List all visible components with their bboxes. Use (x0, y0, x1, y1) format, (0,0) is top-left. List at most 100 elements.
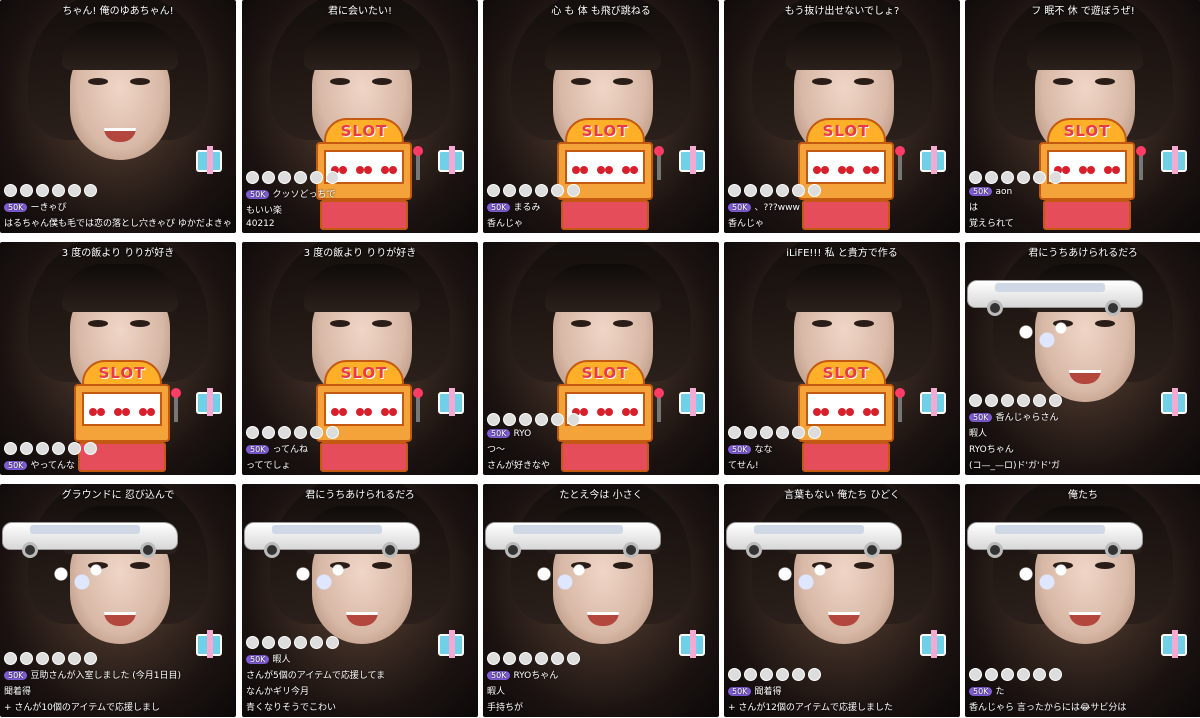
gift-box-icon[interactable] (196, 388, 222, 416)
avatar[interactable] (744, 184, 757, 197)
avatar[interactable] (792, 426, 805, 439)
gift-box-icon[interactable] (438, 146, 464, 174)
avatar[interactable] (776, 426, 789, 439)
avatar[interactable] (20, 184, 33, 197)
avatar[interactable] (1001, 394, 1014, 407)
avatar[interactable] (792, 668, 805, 681)
avatar[interactable] (1049, 171, 1062, 184)
avatar[interactable] (503, 184, 516, 197)
avatar[interactable] (1049, 394, 1062, 407)
stream-tile[interactable]: 3 度の飯より りりが好き SLOT 50K やってんな (0, 242, 236, 475)
stream-tile[interactable]: ちゃん! 俺のゆあちゃん! 50K ーきゃぴ はるちゃん僕も毛では恋の落とし穴きゃぴ … (0, 0, 236, 233)
avatar[interactable] (776, 668, 789, 681)
avatar[interactable] (52, 652, 65, 665)
viewer-avatars[interactable] (487, 184, 715, 197)
avatar[interactable] (294, 636, 307, 649)
avatar[interactable] (551, 184, 564, 197)
avatar[interactable] (262, 426, 275, 439)
avatar[interactable] (84, 442, 97, 455)
stream-tile[interactable]: もう抜け出せないでしょ? SLOT 50K 、???www 香んじゃ (724, 0, 960, 233)
avatar[interactable] (1017, 394, 1030, 407)
avatar[interactable] (52, 442, 65, 455)
avatar[interactable] (760, 668, 773, 681)
avatar[interactable] (278, 426, 291, 439)
avatar[interactable] (551, 652, 564, 665)
avatar[interactable] (503, 652, 516, 665)
viewer-avatars[interactable] (4, 442, 232, 455)
avatar[interactable] (985, 668, 998, 681)
stream-tile[interactable]: フ 眠不 休 で遊ぼうぜ! SLOT 50K aon は覚えられて (965, 0, 1200, 233)
avatar[interactable] (246, 636, 259, 649)
gift-box-icon[interactable] (1161, 146, 1187, 174)
avatar[interactable] (36, 652, 49, 665)
gift-box-icon[interactable] (920, 146, 946, 174)
avatar[interactable] (969, 394, 982, 407)
avatar[interactable] (278, 171, 291, 184)
avatar[interactable] (744, 668, 757, 681)
viewer-avatars[interactable] (969, 171, 1197, 184)
avatar[interactable] (52, 184, 65, 197)
stream-tile[interactable]: 君にうちあけられるだろ 50K 暇人 さんが5個のアイテムで応援してま なんかギリ今月青… (242, 484, 478, 717)
avatar[interactable] (487, 413, 500, 426)
avatar[interactable] (84, 652, 97, 665)
avatar[interactable] (68, 442, 81, 455)
avatar[interactable] (294, 426, 307, 439)
avatar[interactable] (326, 636, 339, 649)
avatar[interactable] (551, 413, 564, 426)
avatar[interactable] (1049, 668, 1062, 681)
avatar[interactable] (36, 442, 49, 455)
viewer-avatars[interactable] (246, 636, 474, 649)
avatar[interactable] (567, 413, 580, 426)
viewer-avatars[interactable] (969, 668, 1197, 681)
avatar[interactable] (776, 184, 789, 197)
avatar[interactable] (20, 442, 33, 455)
avatar[interactable] (84, 184, 97, 197)
avatar[interactable] (808, 426, 821, 439)
avatar[interactable] (1033, 394, 1046, 407)
viewer-avatars[interactable] (728, 184, 956, 197)
avatar[interactable] (760, 426, 773, 439)
avatar[interactable] (20, 652, 33, 665)
avatar[interactable] (278, 636, 291, 649)
avatar[interactable] (728, 426, 741, 439)
stream-tile[interactable]: グラウンドに 忍び込んで 50K 豆助さんが入室しました (今月1日目) 聞着得 + さ… (0, 484, 236, 717)
avatar[interactable] (1033, 171, 1046, 184)
avatar[interactable] (310, 171, 323, 184)
viewer-avatars[interactable] (246, 171, 474, 184)
avatar[interactable] (728, 668, 741, 681)
avatar[interactable] (246, 426, 259, 439)
avatar[interactable] (728, 184, 741, 197)
avatar[interactable] (969, 171, 982, 184)
viewer-avatars[interactable] (246, 426, 474, 439)
avatar[interactable] (808, 184, 821, 197)
gift-box-icon[interactable] (679, 146, 705, 174)
avatar[interactable] (985, 394, 998, 407)
gift-box-icon[interactable] (196, 146, 222, 174)
avatar[interactable] (326, 171, 339, 184)
viewer-avatars[interactable] (487, 652, 715, 665)
stream-tile[interactable]: 言葉もない 俺たち ひどく 50K 聞着得 + さんが12個のアイテムで応援しました (724, 484, 960, 717)
avatar[interactable] (4, 184, 17, 197)
viewer-avatars[interactable] (969, 394, 1197, 407)
avatar[interactable] (985, 171, 998, 184)
gift-box-icon[interactable] (679, 388, 705, 416)
avatar[interactable] (519, 184, 532, 197)
avatar[interactable] (4, 442, 17, 455)
avatar[interactable] (808, 668, 821, 681)
avatar[interactable] (36, 184, 49, 197)
avatar[interactable] (519, 413, 532, 426)
stream-tile[interactable]: たとえ今は 小さく 50K RYOちゃん 暇人 手持ちが (483, 484, 719, 717)
avatar[interactable] (246, 171, 259, 184)
gift-box-icon[interactable] (1161, 630, 1187, 658)
avatar[interactable] (760, 184, 773, 197)
avatar[interactable] (487, 652, 500, 665)
viewer-avatars[interactable] (487, 413, 715, 426)
stream-tile[interactable]: 俺たち 50K た香んじゃら 言ったからには😂サビ分は (965, 484, 1200, 717)
avatar[interactable] (262, 171, 275, 184)
viewer-avatars[interactable] (4, 652, 232, 665)
viewer-avatars[interactable] (728, 668, 956, 681)
avatar[interactable] (262, 636, 275, 649)
gift-box-icon[interactable] (438, 388, 464, 416)
avatar[interactable] (487, 184, 500, 197)
avatar[interactable] (535, 184, 548, 197)
